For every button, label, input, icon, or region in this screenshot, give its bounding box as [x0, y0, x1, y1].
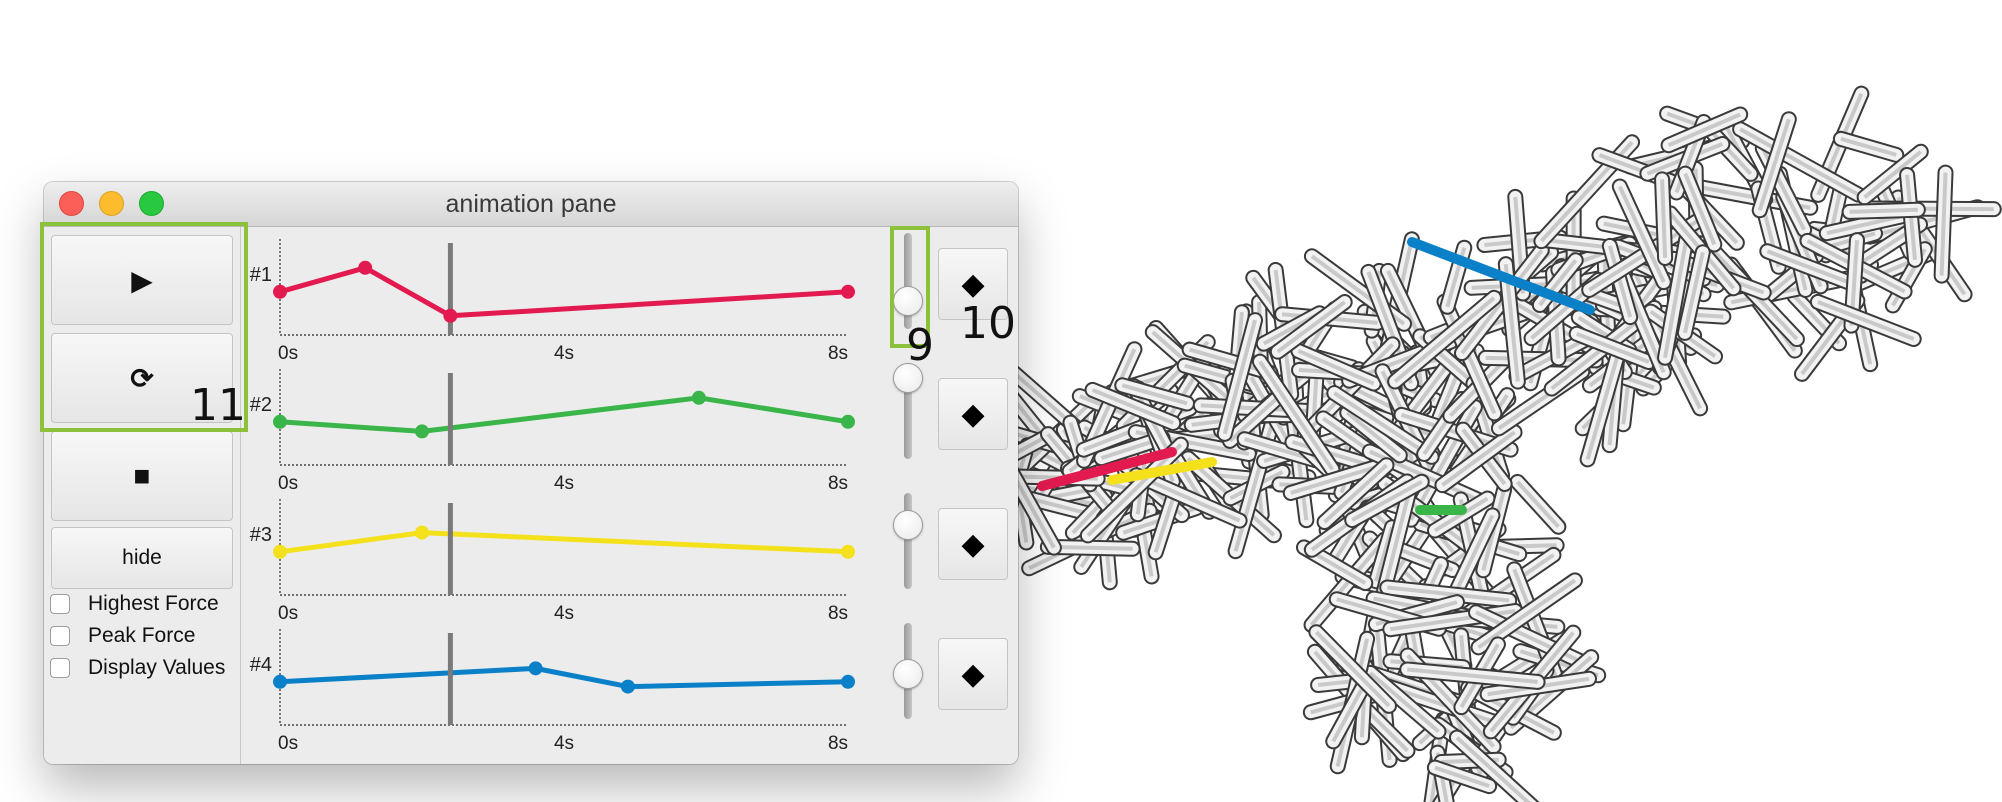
highest-force-label: Highest Force	[88, 592, 219, 615]
time-tick-label: 4s	[554, 473, 574, 494]
strut-shading	[1849, 207, 1918, 214]
actuator-label: #3	[250, 524, 272, 546]
stop-button[interactable]: ■	[51, 431, 233, 521]
callout-9: 9	[906, 320, 934, 371]
actuator-label: #2	[250, 394, 272, 416]
pane-content: #1 0s 4s 8s #2 0s 4s 8s #3 0s 4s 8s #4 0s 4s 8s ▶ ⟳ ■ h…	[44, 227, 1018, 764]
animation-pane-window: animation pane #1 0s 4s 8s #2 0s 4s 8s #3 0s 4s 8s #…	[44, 182, 1018, 764]
keyframe-point	[841, 284, 855, 299]
time-tick-label: 4s	[554, 733, 574, 754]
peak-force-checkbox[interactable]	[50, 626, 70, 646]
time-tick-label: 4s	[554, 343, 574, 364]
actuator-slider-knob[interactable]	[893, 285, 923, 316]
keyframe-point	[273, 674, 287, 689]
series-line	[279, 530, 849, 555]
keyframe-button-2[interactable]: ◆	[938, 378, 1008, 450]
peak-force-label: Peak Force	[88, 624, 196, 647]
time-tick-label: 0s	[278, 343, 298, 364]
reset-icon: ⟳	[130, 362, 154, 394]
actuator-slider-track[interactable]	[904, 493, 912, 589]
time-tick-label: 8s	[828, 343, 848, 364]
series-line	[279, 395, 849, 434]
play-icon: ▶	[131, 264, 153, 296]
callout-11: 11	[190, 380, 246, 431]
display-values-checkbox[interactable]	[50, 658, 70, 678]
highest-force-checkbox[interactable]	[50, 594, 70, 614]
actuator-slider-knob[interactable]	[893, 509, 923, 540]
keyframe-point	[691, 390, 706, 405]
keyframe-point	[841, 414, 855, 429]
time-tick-label: 8s	[828, 603, 848, 624]
keyframe-point	[415, 525, 429, 540]
title-bar[interactable]: animation pane	[44, 182, 1018, 227]
stop-icon: ■	[133, 460, 151, 491]
time-tick-label: 8s	[828, 733, 848, 754]
strut-shading	[1516, 480, 1560, 529]
keyframe-point	[415, 424, 429, 439]
keyframe-button-3[interactable]: ◆	[938, 508, 1008, 580]
keyframe-point	[841, 544, 855, 559]
keyframe-point	[358, 260, 373, 275]
keyframe-point	[273, 284, 287, 299]
time-tick-label: 0s	[278, 603, 298, 624]
hide-button[interactable]: hide	[51, 527, 233, 589]
keyframe-point	[443, 308, 458, 323]
display-values-label: Display Values	[88, 656, 226, 679]
series-line	[279, 665, 849, 690]
keyframe-point	[273, 414, 287, 429]
time-tick-label: 0s	[278, 473, 298, 494]
diamond-icon: ◆	[961, 527, 985, 561]
actuator-label: #1	[250, 264, 272, 286]
keyframe-button-4[interactable]: ◆	[938, 638, 1008, 710]
actuator-label: #4	[250, 654, 272, 676]
hide-button-label: hide	[122, 546, 162, 569]
time-tick-label: 0s	[278, 733, 298, 754]
highest-force-option[interactable]: Highest Force	[50, 590, 219, 618]
diamond-icon: ◆	[961, 397, 985, 431]
keyframe-point	[620, 679, 635, 694]
column-divider	[240, 227, 241, 764]
diamond-icon: ◆	[961, 267, 985, 301]
keyframe-point	[273, 544, 287, 559]
keyframe-point	[841, 674, 855, 689]
diamond-icon: ◆	[961, 657, 985, 691]
display-values-option[interactable]: Display Values	[50, 654, 225, 682]
time-tick-label: 4s	[554, 603, 574, 624]
peak-force-option[interactable]: Peak Force	[50, 622, 195, 650]
callout-10: 10	[960, 298, 1016, 349]
window-title: animation pane	[445, 190, 617, 218]
time-tick-label: 8s	[828, 473, 848, 494]
series-line	[279, 265, 849, 319]
play-button[interactable]: ▶	[51, 235, 233, 325]
keyframe-point	[528, 661, 543, 676]
